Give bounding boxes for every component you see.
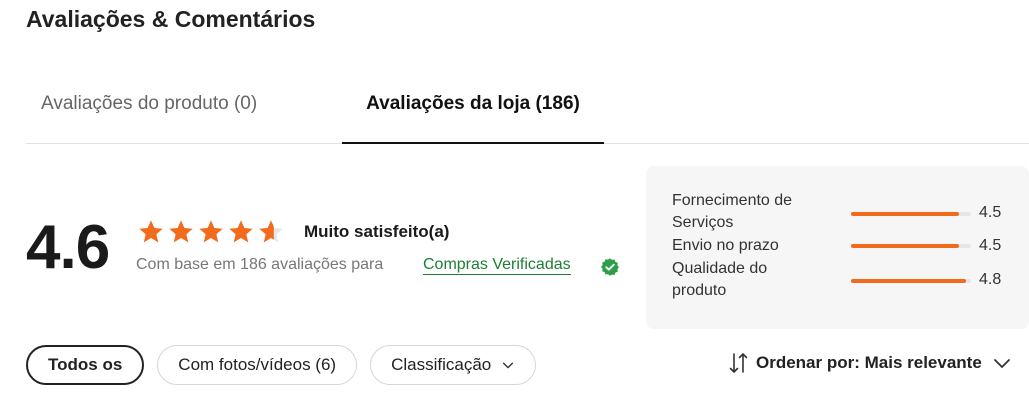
rating-label: Envio no prazo [672,237,779,254]
rating-bar [851,244,971,248]
rating-value: 4.5 [979,237,1002,254]
verified-badge-icon [601,258,619,276]
filter-all-label: Todos os [48,355,123,374]
sort-label: Ordenar por: Mais relevante [756,353,982,372]
sort-arrows-icon [729,353,748,373]
rating-bar [851,279,971,283]
star-rating [137,218,285,246]
filter-all-button[interactable]: Todos os [26,345,145,385]
rating-label: Qualidade do produto [672,260,768,299]
rating-bar-fill [851,212,959,216]
page-title: Avaliações & Comentários [26,6,316,32]
rating-bar-fill [851,244,959,248]
filter-media-button[interactable]: Com fotos/vídeos (6) [157,345,358,385]
star-icon [169,220,193,243]
filter-rating-dropdown[interactable]: Classificação [370,345,537,385]
ratings-breakdown-panel: Fornecimento de Serviços 4.5 Envio no pr… [646,166,1029,329]
filter-media-label: Com fotos/vídeos (6) [178,355,337,374]
rating-bar [851,212,971,216]
sort-dropdown[interactable]: Ordenar por: Mais relevante [728,351,1012,375]
chevron-down-icon [503,362,514,369]
rating-value: 4.8 [979,271,1002,288]
filter-rating-label: Classificação [391,355,492,374]
tab-store-reviews[interactable]: Avaliações da loja (186) [342,80,604,144]
partial-star-icon [259,220,283,243]
based-on-text: Com base em 186 avaliações para [136,256,384,273]
rating-label: Fornecimento de Serviços [672,192,793,231]
star-icon [139,220,163,243]
sentiment-label: Muito satisfeito(a) [304,222,450,241]
active-tab-indicator [342,142,604,144]
star-icon [229,220,253,243]
chevron-down-icon [993,359,1010,368]
verified-purchases-link[interactable]: Compras Verificadas [423,256,571,275]
average-score: 4.6 [26,213,110,282]
rating-bar-fill [851,279,967,283]
tab-product-reviews[interactable]: Avaliações do produto (0) [41,80,257,144]
review-filters: Todos os Com fotos/vídeos (6) Classifica… [26,345,537,385]
star-icon [199,220,223,243]
review-tabs: Avaliações do produto (0) Avaliações da … [26,80,1029,144]
rating-value: 4.5 [979,204,1002,221]
